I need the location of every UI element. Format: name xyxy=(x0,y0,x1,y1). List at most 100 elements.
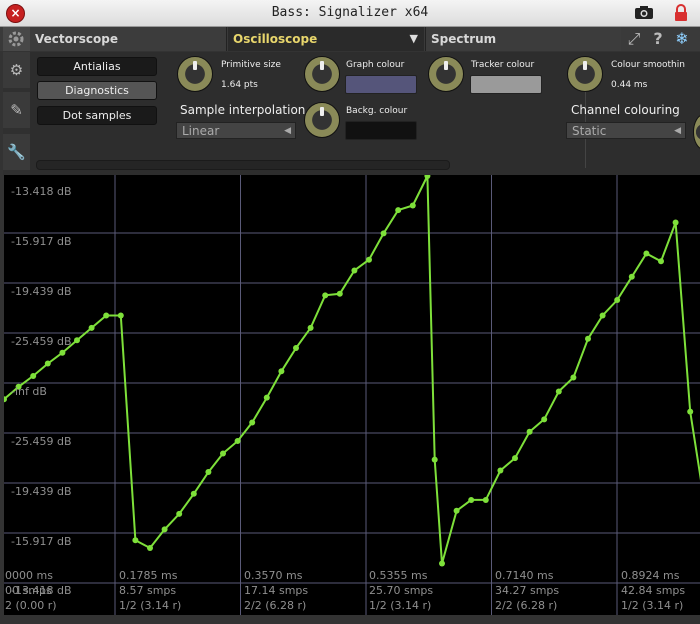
window-title: Bass: Signalizer x64 xyxy=(271,5,429,20)
sample-dot xyxy=(366,256,372,263)
freeze-snowflake-icon[interactable]: ❄ xyxy=(672,30,692,48)
sample-dot xyxy=(672,219,679,226)
sample-dot xyxy=(234,438,241,445)
sample-dot xyxy=(30,372,37,379)
tab-label: Oscilloscope xyxy=(233,32,318,46)
primitive-size-value: 1.64 pts xyxy=(221,80,258,90)
sample-dot xyxy=(643,250,650,257)
backg-colour-label: Backg. colour xyxy=(346,106,408,116)
sample-interpolation-select[interactable]: Linear ◀ xyxy=(176,122,296,139)
title-bar: × Bass: Signalizer x64 xyxy=(0,0,700,27)
sample-dot xyxy=(585,335,591,342)
controls-scrollbar[interactable] xyxy=(36,160,450,170)
background-colour-swatch[interactable] xyxy=(345,121,417,140)
y-axis-label: -19.439 dB xyxy=(11,285,72,298)
wrench-icon[interactable]: 🔧 xyxy=(3,134,30,170)
x-axis-label: 0.5355 ms 25.70 smps 1/2 (3.14 r) xyxy=(369,569,434,612)
sample-dot xyxy=(497,467,504,474)
sample-dot xyxy=(570,374,577,381)
tracker-colour-knob[interactable] xyxy=(428,56,464,92)
colour-smoothing-value: 0.44 ms xyxy=(611,80,648,90)
tracker-colour-label: Tracker colour xyxy=(471,60,535,70)
primitive-size-knob[interactable] xyxy=(177,56,213,92)
diagnostics-toggle[interactable]: Diagnostics xyxy=(37,81,157,100)
sample-dot xyxy=(541,416,548,423)
sample-dot xyxy=(482,496,489,503)
y-axis-label: -inf dB xyxy=(11,385,47,398)
tab-oscilloscope[interactable]: Oscilloscope ▼ xyxy=(228,27,424,51)
sample-dot xyxy=(147,545,153,551)
y-axis-label: -25.459 dB xyxy=(11,435,72,448)
bottom-bar xyxy=(0,615,700,624)
sample-dot xyxy=(336,290,343,297)
sample-dot xyxy=(293,345,299,352)
top-toolbar: ⤢ ? ❄ xyxy=(622,27,700,51)
tab-label: Spectrum xyxy=(431,32,497,46)
x-axis-label: 0.3570 ms 17.14 smps 2/2 (6.28 r) xyxy=(244,569,309,612)
oscilloscope-controls: Antialias Diagnostics Dot samples Primit… xyxy=(30,52,700,175)
settings-gear-icon[interactable] xyxy=(3,27,30,51)
chevron-down-icon[interactable]: ▼ xyxy=(410,27,418,51)
lock-icon[interactable] xyxy=(674,4,688,22)
y-axis-label: -15.917 dB xyxy=(11,535,72,548)
settings-gear-icon[interactable]: ⚙ xyxy=(3,52,30,88)
dot-samples-toggle[interactable]: Dot samples xyxy=(37,106,157,125)
sample-dot xyxy=(687,408,694,415)
select-value: Linear xyxy=(182,124,220,138)
sample-dot xyxy=(512,455,518,462)
sample-dot xyxy=(103,312,110,319)
sample-dot xyxy=(439,560,445,567)
primitive-size-label: Primitive size xyxy=(221,60,281,70)
sample-dot xyxy=(278,368,285,375)
graph-colour-swatch[interactable] xyxy=(345,75,417,94)
x-axis-label: 0.7140 ms 34.27 smps 2/2 (6.28 r) xyxy=(495,569,560,612)
sample-interpolation-label: Sample interpolation xyxy=(180,103,306,117)
graph-colour-knob[interactable] xyxy=(304,56,340,92)
sample-dot xyxy=(555,388,562,395)
sample-dot xyxy=(526,428,533,435)
select-value: Static xyxy=(572,124,607,138)
channel-colouring-select[interactable]: Static ◀ xyxy=(566,122,686,139)
sample-dot xyxy=(614,297,621,303)
tab-vectorscope[interactable]: Vectorscope xyxy=(30,27,227,51)
sample-dot xyxy=(263,394,270,401)
sample-dot xyxy=(453,507,460,514)
y-axis-label: -19.439 dB xyxy=(11,485,72,498)
sample-dot xyxy=(249,419,256,426)
sample-dot xyxy=(220,450,226,457)
background-colour-knob[interactable] xyxy=(304,102,340,138)
sample-dot xyxy=(88,324,95,331)
help-icon[interactable]: ? xyxy=(648,30,668,48)
sample-dot xyxy=(468,496,475,503)
fullscreen-icon[interactable]: ⤢ xyxy=(624,30,644,48)
sample-dot xyxy=(599,312,606,319)
extra-knob[interactable] xyxy=(693,114,700,150)
sample-dot xyxy=(132,537,139,544)
antialias-toggle[interactable]: Antialias xyxy=(37,57,157,76)
waveform-chart xyxy=(4,175,700,615)
sample-dot xyxy=(380,230,387,237)
sample-dot xyxy=(351,267,358,274)
sample-dot xyxy=(628,273,635,280)
sample-dot xyxy=(74,337,80,344)
sample-dot xyxy=(307,324,314,331)
tracker-colour-swatch[interactable] xyxy=(470,75,542,94)
x-axis-label: 0.8924 ms 42.84 smps 1/2 (3.14 r) xyxy=(621,569,686,612)
graph-colour-label: Graph colour xyxy=(346,60,405,70)
sample-dot xyxy=(205,469,212,476)
colour-smoothing-knob[interactable] xyxy=(567,56,603,92)
triangle-left-icon: ◀ xyxy=(284,126,291,136)
tab-label: Vectorscope xyxy=(35,32,119,46)
sample-dot xyxy=(322,292,329,299)
plugin-window: × Bass: Signalizer x64 Vectorscope Oscil… xyxy=(0,0,700,624)
pencil-icon[interactable]: ✎ xyxy=(3,92,30,128)
y-axis-label: -13.418 dB xyxy=(11,185,72,198)
sample-dot xyxy=(658,258,664,265)
sample-dot xyxy=(44,360,51,367)
oscilloscope-plot[interactable]: -13.418 dB -15.917 dB -19.439 dB -25.459… xyxy=(4,175,700,615)
sample-dot xyxy=(190,490,197,497)
tab-spectrum[interactable]: Spectrum xyxy=(425,27,621,51)
sample-dot xyxy=(176,510,183,517)
camera-icon[interactable] xyxy=(634,5,654,20)
y-axis-label: -15.917 dB xyxy=(11,235,72,248)
